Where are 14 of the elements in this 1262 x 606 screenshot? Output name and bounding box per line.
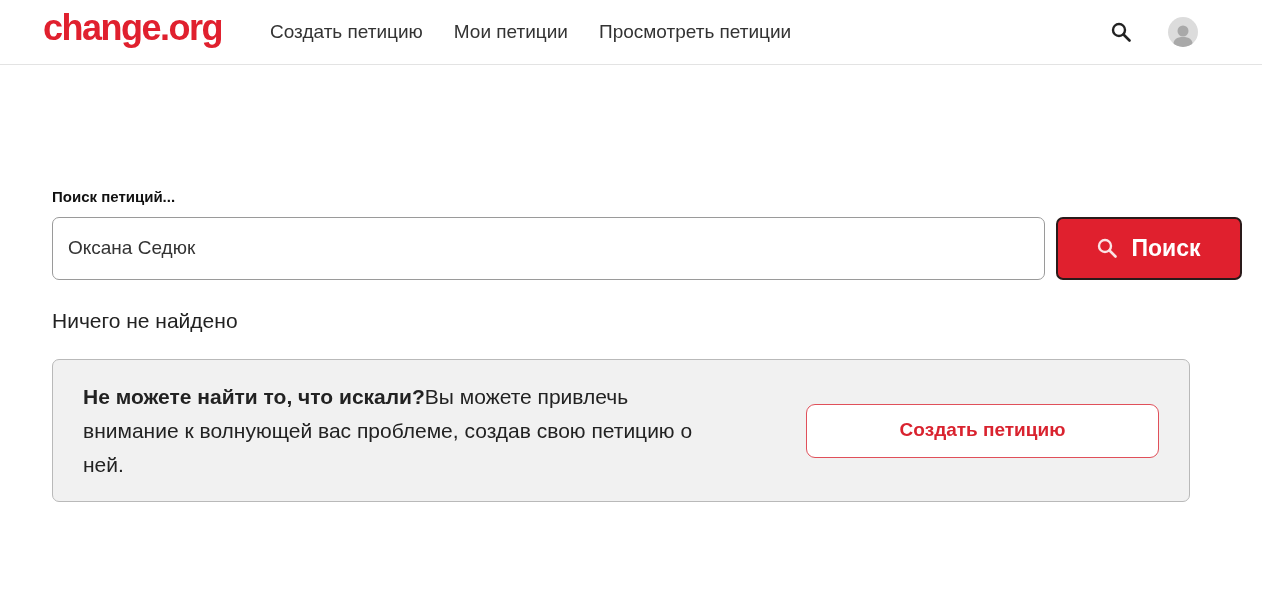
search-icon (1097, 238, 1118, 258)
search-label: Поиск петиций... (52, 187, 177, 207)
nav-link[interactable]: Просмотреть петиции (598, 17, 792, 47)
search-button[interactable] (1110, 21, 1132, 43)
suggestion-text: Не можете найти то, что искали?Вы можете привлечь внимание к волнующей вас проблеме, создав свою петицию о ней. (83, 383, 694, 478)
site-logo[interactable]: change.org (43, 10, 223, 46)
search-field[interactable]: Оксана Седюк (52, 216, 1045, 280)
search-icon (1111, 22, 1131, 42)
no-results-message: Ничего не найдено (52, 307, 239, 334)
search-submit-button[interactable]: Поиск (1056, 216, 1242, 280)
create-petition-button[interactable]: Создать петицию (806, 403, 1159, 458)
nav-link[interactable]: Мои петиции (453, 17, 568, 47)
user-silhouette-icon (1172, 23, 1194, 47)
nav-link[interactable]: Создать петицию (270, 17, 423, 47)
